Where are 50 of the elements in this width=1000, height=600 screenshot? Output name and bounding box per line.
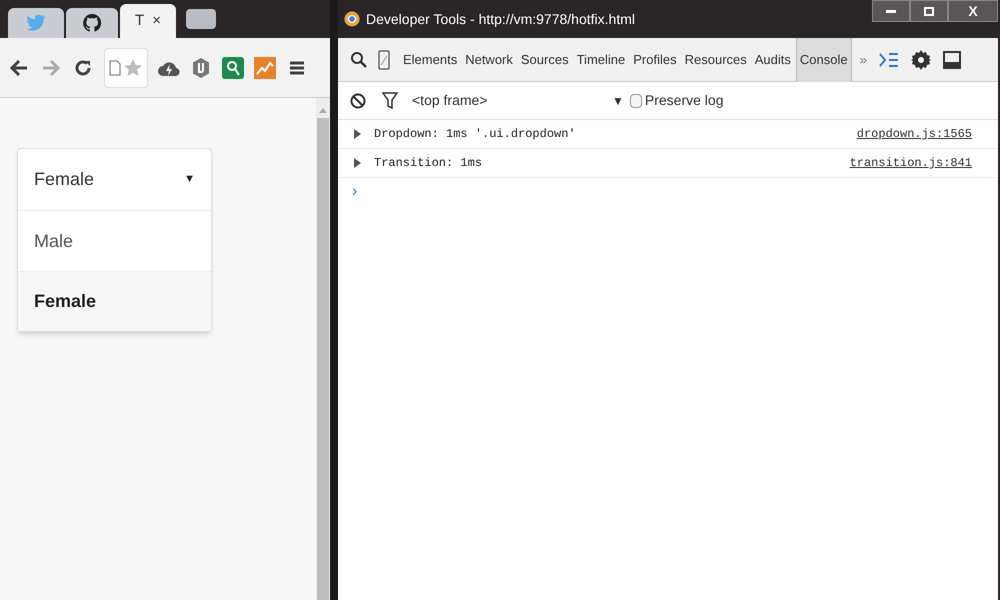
frame-select[interactable]: <top frame>	[412, 90, 612, 111]
search-icon[interactable]	[350, 50, 368, 68]
preserve-log-label: Preserve log	[644, 91, 724, 110]
browser-logo-icon	[344, 11, 360, 27]
browser-tab[interactable]	[66, 8, 118, 38]
mu-icon[interactable]	[190, 56, 212, 78]
window-title: Developer Tools - http://vm:9778/hotfix.html	[366, 10, 635, 29]
console-message: Dropdown: 1ms '.ui.dropdown'	[374, 126, 577, 143]
devtools-tab[interactable]: Network	[462, 38, 516, 82]
new-tab-button[interactable]	[186, 9, 216, 29]
expand-arrow-icon[interactable]	[354, 158, 361, 168]
devtools-tab[interactable]: Resources	[682, 38, 750, 82]
caret-icon: ▼	[184, 171, 195, 188]
devtools-tab[interactable]: Audits	[752, 38, 794, 82]
magnifier-icon[interactable]	[222, 56, 244, 78]
close-button[interactable]: X	[948, 0, 998, 22]
clear-icon[interactable]	[350, 92, 366, 108]
dropdown[interactable]: Female ▼ Male Female	[17, 148, 212, 332]
bird-icon	[26, 15, 46, 31]
console-message: Transition: 1ms	[374, 155, 484, 172]
scrollbar[interactable]	[316, 98, 330, 600]
more-tabs-icon[interactable]: »	[860, 50, 867, 70]
settings-icon[interactable]	[910, 50, 931, 70]
cat-icon	[82, 13, 102, 33]
phone-icon[interactable]	[378, 50, 390, 70]
devtools-tab[interactable]: Sources	[518, 38, 572, 82]
preserve-log-checkbox[interactable]	[630, 94, 642, 108]
filter-icon[interactable]	[382, 92, 398, 110]
star-icon[interactable]	[123, 58, 143, 78]
console-prompt[interactable]: ›	[352, 183, 358, 200]
page-icon	[109, 60, 121, 76]
browser-tab[interactable]: T ×	[120, 4, 176, 38]
close-icon[interactable]: ×	[152, 10, 161, 32]
console-drawer-icon[interactable]	[878, 52, 899, 68]
minimize-button[interactable]	[872, 0, 910, 22]
source-link[interactable]: dropdown.js:1565	[856, 125, 972, 143]
devtools-tab[interactable]: Elements	[400, 38, 460, 82]
trend-chart-icon[interactable]	[254, 56, 276, 78]
caret-icon[interactable]: ▼	[612, 92, 624, 110]
dock-icon[interactable]	[942, 50, 961, 68]
devtools-tab[interactable]: Console	[796, 38, 852, 82]
dropdown-option[interactable]: Female	[18, 271, 211, 331]
expand-arrow-icon[interactable]	[354, 129, 361, 139]
dropdown-value: Female	[34, 168, 94, 191]
devtools-tab[interactable]: Profiles	[630, 38, 680, 82]
address-field[interactable]	[104, 48, 148, 88]
source-link[interactable]: transition.js:841	[850, 154, 972, 172]
dropdown-option[interactable]: Male	[18, 211, 211, 271]
maximize-button[interactable]	[910, 0, 948, 22]
devtools-tab[interactable]: Timeline	[574, 38, 628, 82]
